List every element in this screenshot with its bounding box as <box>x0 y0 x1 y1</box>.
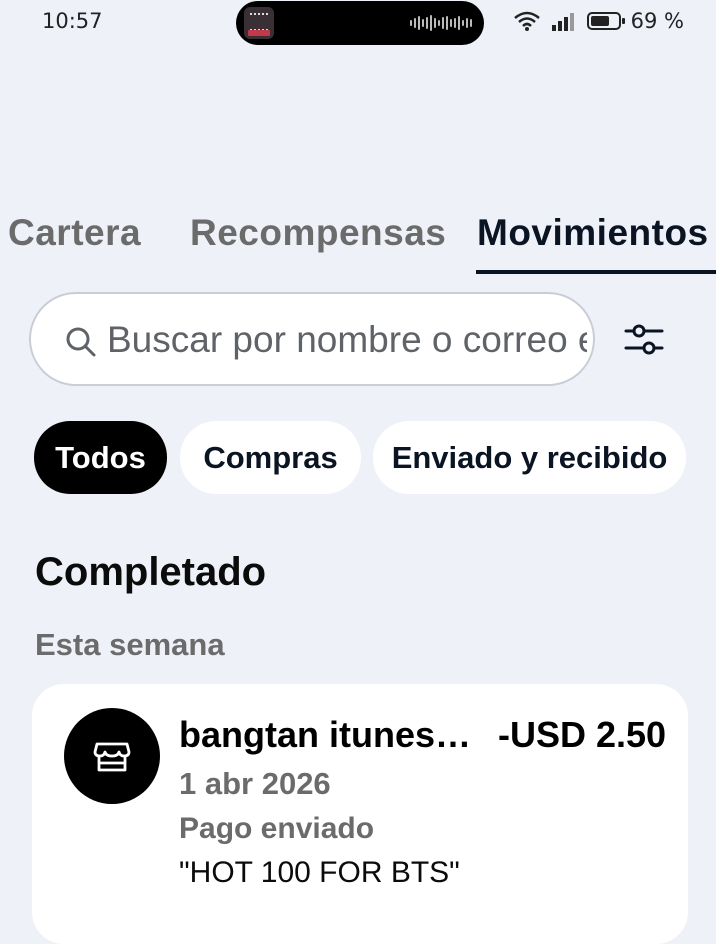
search-input[interactable] <box>107 316 587 364</box>
store-icon <box>93 742 131 772</box>
status-icons: 69 % <box>513 9 684 33</box>
album-art-thumbnail <box>244 7 274 39</box>
transaction-card[interactable]: bangtan itunes purchase -USD 2.50 1 abr … <box>32 684 688 944</box>
transaction-amount: -USD 2.50 <box>498 714 667 755</box>
filter-settings-button[interactable] <box>620 318 668 362</box>
active-tab-indicator <box>476 270 716 274</box>
wifi-icon <box>513 11 540 31</box>
tab-cartera[interactable]: Cartera <box>8 212 141 254</box>
filter-chip-compras[interactable]: Compras <box>180 421 361 494</box>
battery-level <box>590 16 609 26</box>
sliders-icon <box>624 324 664 355</box>
battery-icon <box>586 12 625 30</box>
signal-icon <box>551 13 574 31</box>
transaction-note: "HOT 100 FOR BTS" <box>179 856 460 889</box>
dynamic-island[interactable] <box>236 1 484 45</box>
search-bar[interactable] <box>29 292 595 386</box>
transaction-merchant: bangtan itunes purchase <box>179 714 479 755</box>
filter-chip-todos[interactable]: Todos <box>34 421 167 494</box>
transaction-status: Pago enviado <box>179 812 375 845</box>
search-icon <box>66 327 96 357</box>
tab-recompensas[interactable]: Recompensas <box>190 212 446 254</box>
transaction-date: 1 abr 2026 <box>179 766 331 801</box>
tab-bar: Cartera Recompensas Movimientos <box>0 212 716 276</box>
status-time: 10:57 <box>42 9 103 33</box>
group-label: Esta semana <box>35 627 225 662</box>
tab-movimientos[interactable]: Movimientos <box>477 212 709 254</box>
filter-chip-enviado-recibido[interactable]: Enviado y recibido <box>373 421 686 494</box>
audio-waveform-icon <box>410 15 472 31</box>
section-title: Completado <box>35 550 267 594</box>
battery-percent: 69 % <box>630 9 684 33</box>
merchant-avatar <box>64 708 160 804</box>
